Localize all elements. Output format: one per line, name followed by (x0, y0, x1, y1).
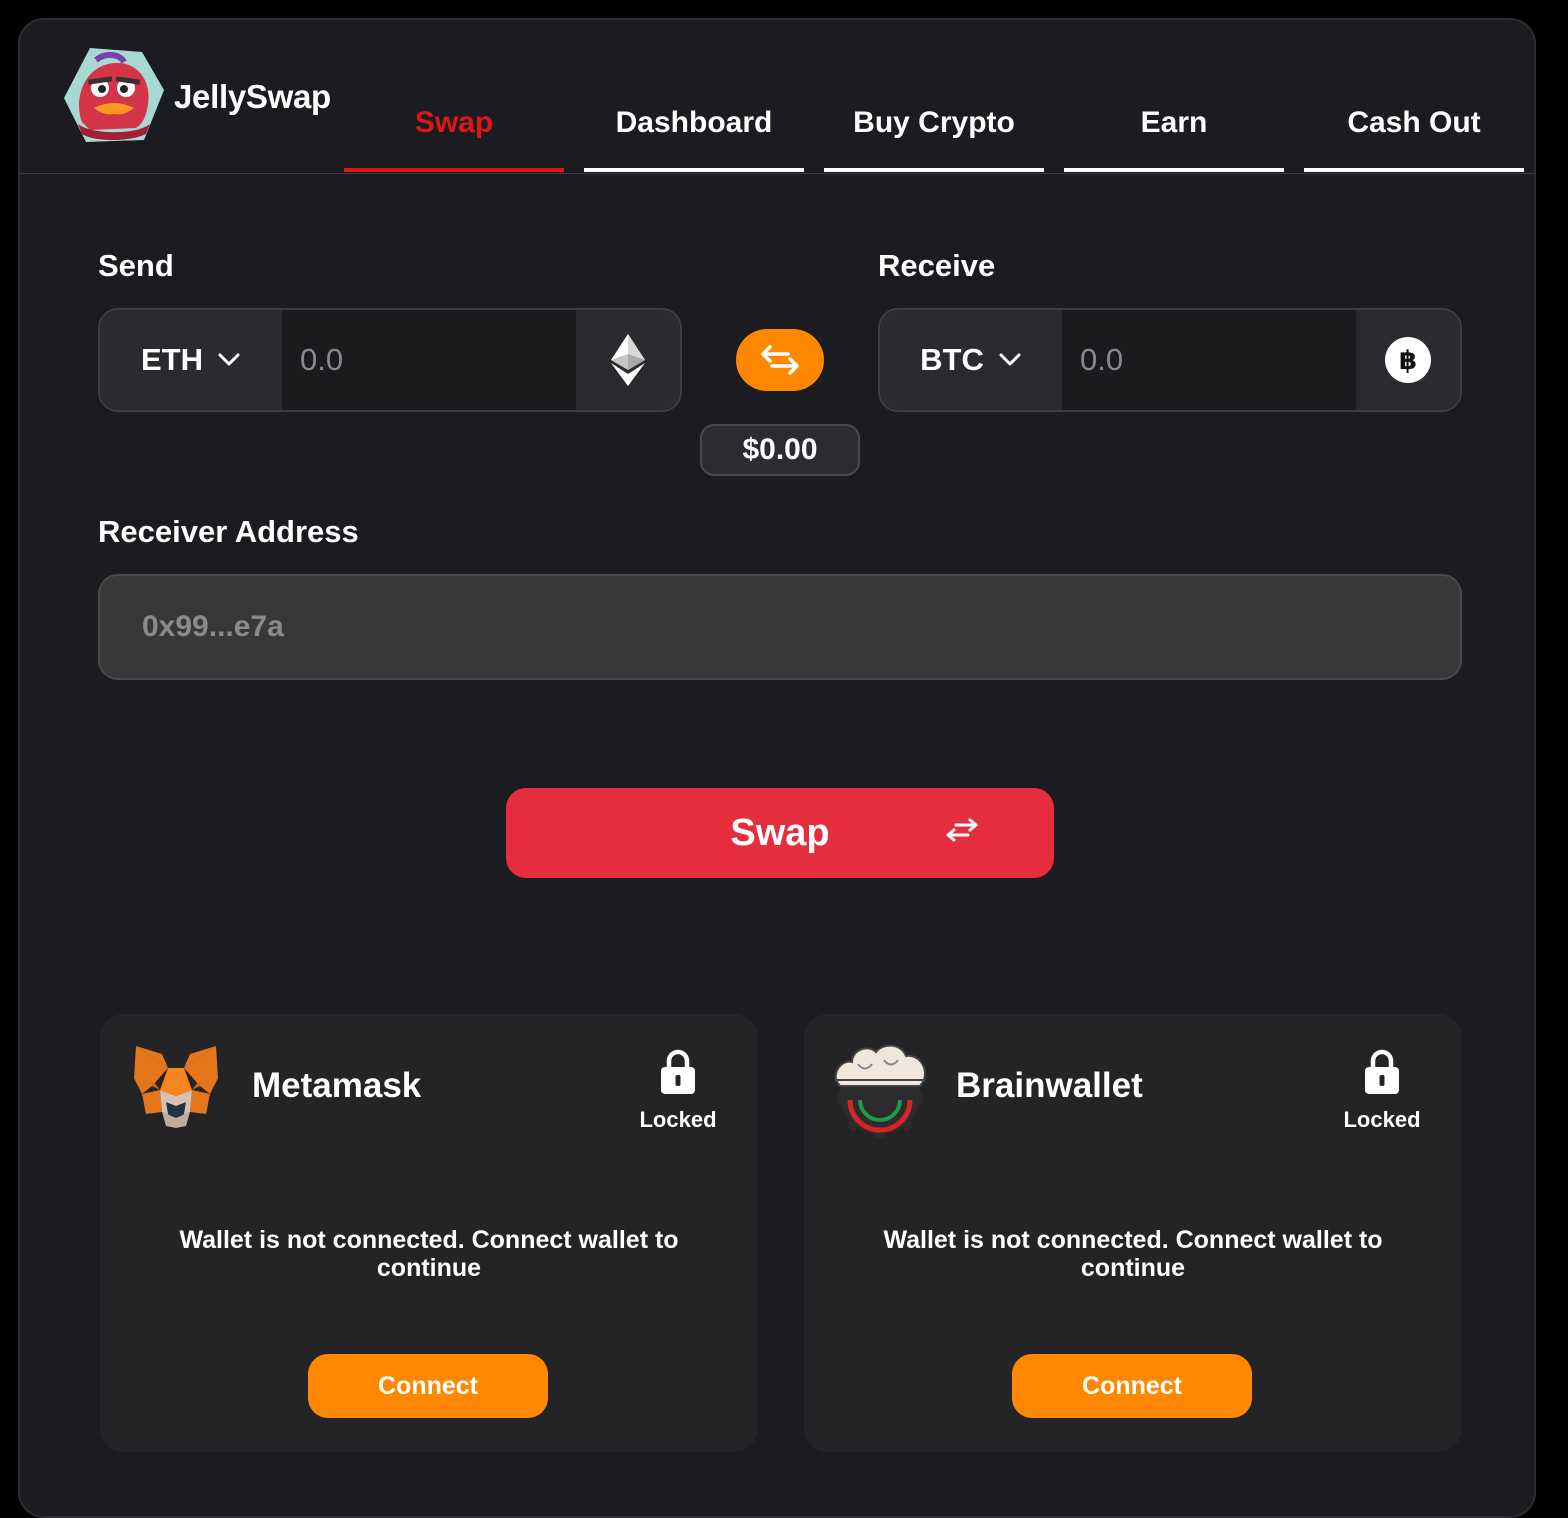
chevron-down-icon (218, 353, 240, 366)
receive-label: Receive (878, 248, 996, 283)
send-label: Send (98, 248, 174, 283)
send-token-symbol: ETH (141, 342, 203, 377)
brainwallet-connect-button[interactable]: Connect (1012, 1354, 1252, 1418)
tab-earn[interactable]: Earn (1064, 84, 1284, 172)
brainwallet-lock-status: Locked (1342, 1048, 1422, 1133)
tab-dashboard[interactable]: Dashboard (584, 84, 804, 172)
send-token-box: ETH (98, 308, 682, 412)
lock-icon (661, 1049, 695, 1094)
swap-arrows-icon (946, 818, 978, 842)
receive-amount-input[interactable] (1062, 310, 1358, 410)
swap-button-label: Swap (730, 811, 830, 854)
brainwallet-wallet-card: Brainwallet Locked Wallet is not connect… (804, 1014, 1462, 1452)
brainwallet-lock-label: Locked (1343, 1107, 1421, 1132)
metamask-fox-icon (132, 1042, 220, 1130)
chevron-down-icon (999, 353, 1021, 366)
metamask-connect-button[interactable]: Connect (308, 1354, 548, 1418)
receive-token-box: BTC ฿ (878, 308, 1462, 412)
swap-direction-button[interactable] (736, 329, 824, 391)
tab-swap[interactable]: Swap (344, 84, 564, 172)
jellyswap-logo[interactable] (60, 42, 168, 150)
receive-token-symbol: BTC (920, 342, 984, 377)
header-divider (20, 173, 1534, 174)
bitcoin-icon: ฿ (1356, 310, 1460, 410)
metamask-status-message: Wallet is not connected. Connect wallet … (179, 1226, 679, 1282)
brainwallet-status-message: Wallet is not connected. Connect wallet … (883, 1226, 1383, 1282)
brainwallet-wallet-name: Brainwallet (956, 1066, 1143, 1105)
tab-cash-out[interactable]: Cash Out (1304, 84, 1524, 172)
metamask-wallet-name: Metamask (252, 1066, 422, 1105)
send-token-select[interactable]: ETH (100, 310, 282, 410)
app-frame: JellySwap Swap Dashboard Buy Crypto Earn… (18, 18, 1536, 1518)
svg-text:฿: ฿ (1399, 346, 1417, 376)
ethereum-icon (576, 310, 680, 410)
brand-name: JellySwap (174, 78, 331, 115)
lock-icon (1365, 1049, 1399, 1094)
tab-buy-crypto[interactable]: Buy Crypto (824, 84, 1044, 172)
receiver-address-label: Receiver Address (98, 514, 359, 549)
brainwallet-brain-icon (828, 1034, 932, 1138)
usd-value-badge: $0.00 (700, 424, 860, 476)
metamask-wallet-card: Metamask Locked Wallet is not connected.… (100, 1014, 758, 1452)
swap-arrows-icon (761, 345, 799, 375)
metamask-lock-label: Locked (639, 1107, 717, 1132)
receive-token-select[interactable]: BTC (880, 310, 1062, 410)
swap-button[interactable]: Swap (506, 788, 1054, 878)
metamask-lock-status: Locked (638, 1048, 718, 1133)
send-amount-input[interactable] (282, 310, 578, 410)
receiver-address-input[interactable] (98, 574, 1462, 680)
